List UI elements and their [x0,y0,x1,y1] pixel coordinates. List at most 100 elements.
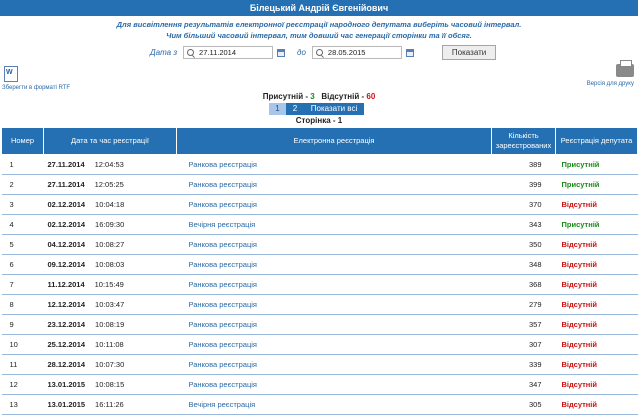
row-registration-type[interactable]: Ранкова реєстрація [176,174,492,195]
header-deputy-status[interactable]: Реєстрація депутата [555,127,638,155]
row-time: 12:04:53 [94,160,124,169]
row-registration-type[interactable]: Ранкова реєстрація [176,234,492,255]
calendar-icon[interactable] [277,48,286,57]
present-count: 3 [310,92,315,101]
row-date: 12.12.2014 [47,300,86,309]
row-time: 16:09:30 [95,220,125,229]
table-row: 2 27.11.2014 12:05:25 Ранкова реєстрація 399… [1,174,638,195]
table-row: 12 13.01.2015 10:08:15 Ранкова реєстрація 34… [1,374,638,395]
row-registered-count: 368 [491,274,556,295]
row-status: Відсутній [555,194,638,215]
pagination: 1 2 Показати всі [269,103,364,115]
date-from-input[interactable]: 27.11.2014 [183,46,274,59]
row-registered-count: 343 [491,214,556,235]
row-number: 4 [1,214,44,235]
present-label: Присутній - [262,92,309,101]
row-date: 09.12.2014 [47,260,86,269]
row-registered-count: 348 [491,254,556,275]
table-row: 1 27.11.2014 12:04:53 Ранкова реєстрація 389… [1,154,638,175]
row-time: 10:03:47 [95,300,125,309]
row-registered-count: 357 [491,314,556,335]
row-date: 23.12.2014 [47,320,86,329]
row-registered-count: 399 [491,174,556,195]
row-status: Відсутній [555,254,638,275]
info-text-line-2: Чим більший часовий інтервал, тим довший… [166,31,472,40]
row-registration-type[interactable]: Ранкова реєстрація [176,374,492,395]
header-datetime[interactable]: Дата та час реєстрації [43,127,177,155]
search-icon [315,49,323,56]
table-row: 5 04.12.2014 10:08:27 Ранкова реєстрація 350… [1,234,638,255]
row-date: 28.12.2014 [47,360,86,369]
row-status: Відсутній [555,354,638,375]
word-document-icon [4,66,18,82]
print-version-link[interactable]: Версія для друку [574,60,634,87]
row-number: 5 [1,234,44,255]
row-registration-type[interactable]: Вечірня реєстрація [176,394,492,415]
row-registered-count: 370 [491,194,556,215]
row-registration-type[interactable]: Ранкова реєстрація [176,354,492,375]
row-number: 12 [1,374,44,395]
row-date: 02.12.2014 [47,200,86,209]
date-filter: Дата з 27.11.2014 до 28.05.2015 Показати [150,45,497,60]
row-number: 6 [1,254,44,275]
page-2-link[interactable]: 2 [286,103,304,115]
row-status: Відсутній [555,234,638,255]
date-to-input[interactable]: 28.05.2015 [311,46,402,59]
row-date: 11.12.2014 [47,280,85,289]
row-registered-count: 305 [491,394,556,415]
row-status: Відсутній [555,314,638,335]
row-status: Відсутній [555,274,638,295]
row-registration-type[interactable]: Ранкова реєстрація [176,314,492,335]
row-number: 11 [1,354,44,375]
row-datetime: 12.12.2014 10:03:47 [43,294,177,315]
row-registration-type[interactable]: Ранкова реєстрація [176,254,492,275]
row-datetime: 09.12.2014 10:08:03 [43,254,177,275]
row-registered-count: 339 [491,354,556,375]
row-time: 10:04:18 [95,200,125,209]
absent-label: Відсутній - [321,92,365,101]
row-status: Присутній [555,154,638,175]
page-title: Білецький Андрій Євгенійович [0,0,638,16]
row-registered-count: 279 [491,294,556,315]
row-registration-type[interactable]: Ранкова реєстрація [176,334,492,355]
page-1-link[interactable]: 1 [269,103,286,115]
row-registration-type[interactable]: Ранкова реєстрація [176,294,492,315]
row-registration-type[interactable]: Ранкова реєстрація [176,154,492,175]
table-row: 6 09.12.2014 10:08:03 Ранкова реєстрація 348… [1,254,638,275]
row-datetime: 13.01.2015 10:08:15 [43,374,177,395]
date-from-value: 27.11.2014 [199,48,237,57]
row-registration-type[interactable]: Вечірня реєстрація [176,214,492,235]
row-datetime: 13.01.2015 16:11:26 [43,394,177,415]
row-date: 13.01.2015 [47,400,86,409]
row-time: 10:08:27 [95,240,125,249]
table-row: 13 13.01.2015 16:11:26 Вечірня реєстрація 30… [1,394,638,415]
save-rtf-link[interactable]: Зберегти в форматі RTF [2,66,92,91]
row-number: 7 [1,274,44,295]
row-datetime: 23.12.2014 10:08:19 [43,314,177,335]
row-registered-count: 307 [491,334,556,355]
header-number[interactable]: Номер [1,127,44,155]
row-status: Відсутній [555,394,638,415]
row-datetime: 25.12.2014 10:11:08 [43,334,177,355]
row-registration-type[interactable]: Ранкова реєстрація [176,194,492,215]
calendar-icon[interactable] [405,48,414,57]
table-row: 9 23.12.2014 10:08:19 Ранкова реєстрація 357… [1,314,638,335]
row-number: 1 [1,154,44,175]
header-registered-count[interactable]: Кількість зареєстрованих [491,127,556,155]
search-icon [187,49,195,56]
row-datetime: 27.11.2014 12:05:25 [43,174,177,195]
show-button[interactable]: Показати [441,45,497,60]
show-all-link[interactable]: Показати всі [304,103,364,115]
row-time: 16:11:26 [95,400,124,409]
table-row: 7 11.12.2014 10:15:49 Ранкова реєстрація 368… [1,274,638,295]
row-number: 3 [1,194,44,215]
row-number: 9 [1,314,44,335]
attendance-summary: Присутній - 3 Відсутній - 60 [0,92,638,101]
absent-count: 60 [366,92,376,101]
current-page-label: Сторінка - 1 [295,116,343,125]
table-header-row: Номер Дата та час реєстрації Електронна … [1,127,638,155]
row-datetime: 28.12.2014 10:07:30 [43,354,177,375]
row-registration-type[interactable]: Ранкова реєстрація [176,274,492,295]
row-registered-count: 347 [491,374,556,395]
header-registration-type[interactable]: Електронна реєстрація [176,127,492,155]
